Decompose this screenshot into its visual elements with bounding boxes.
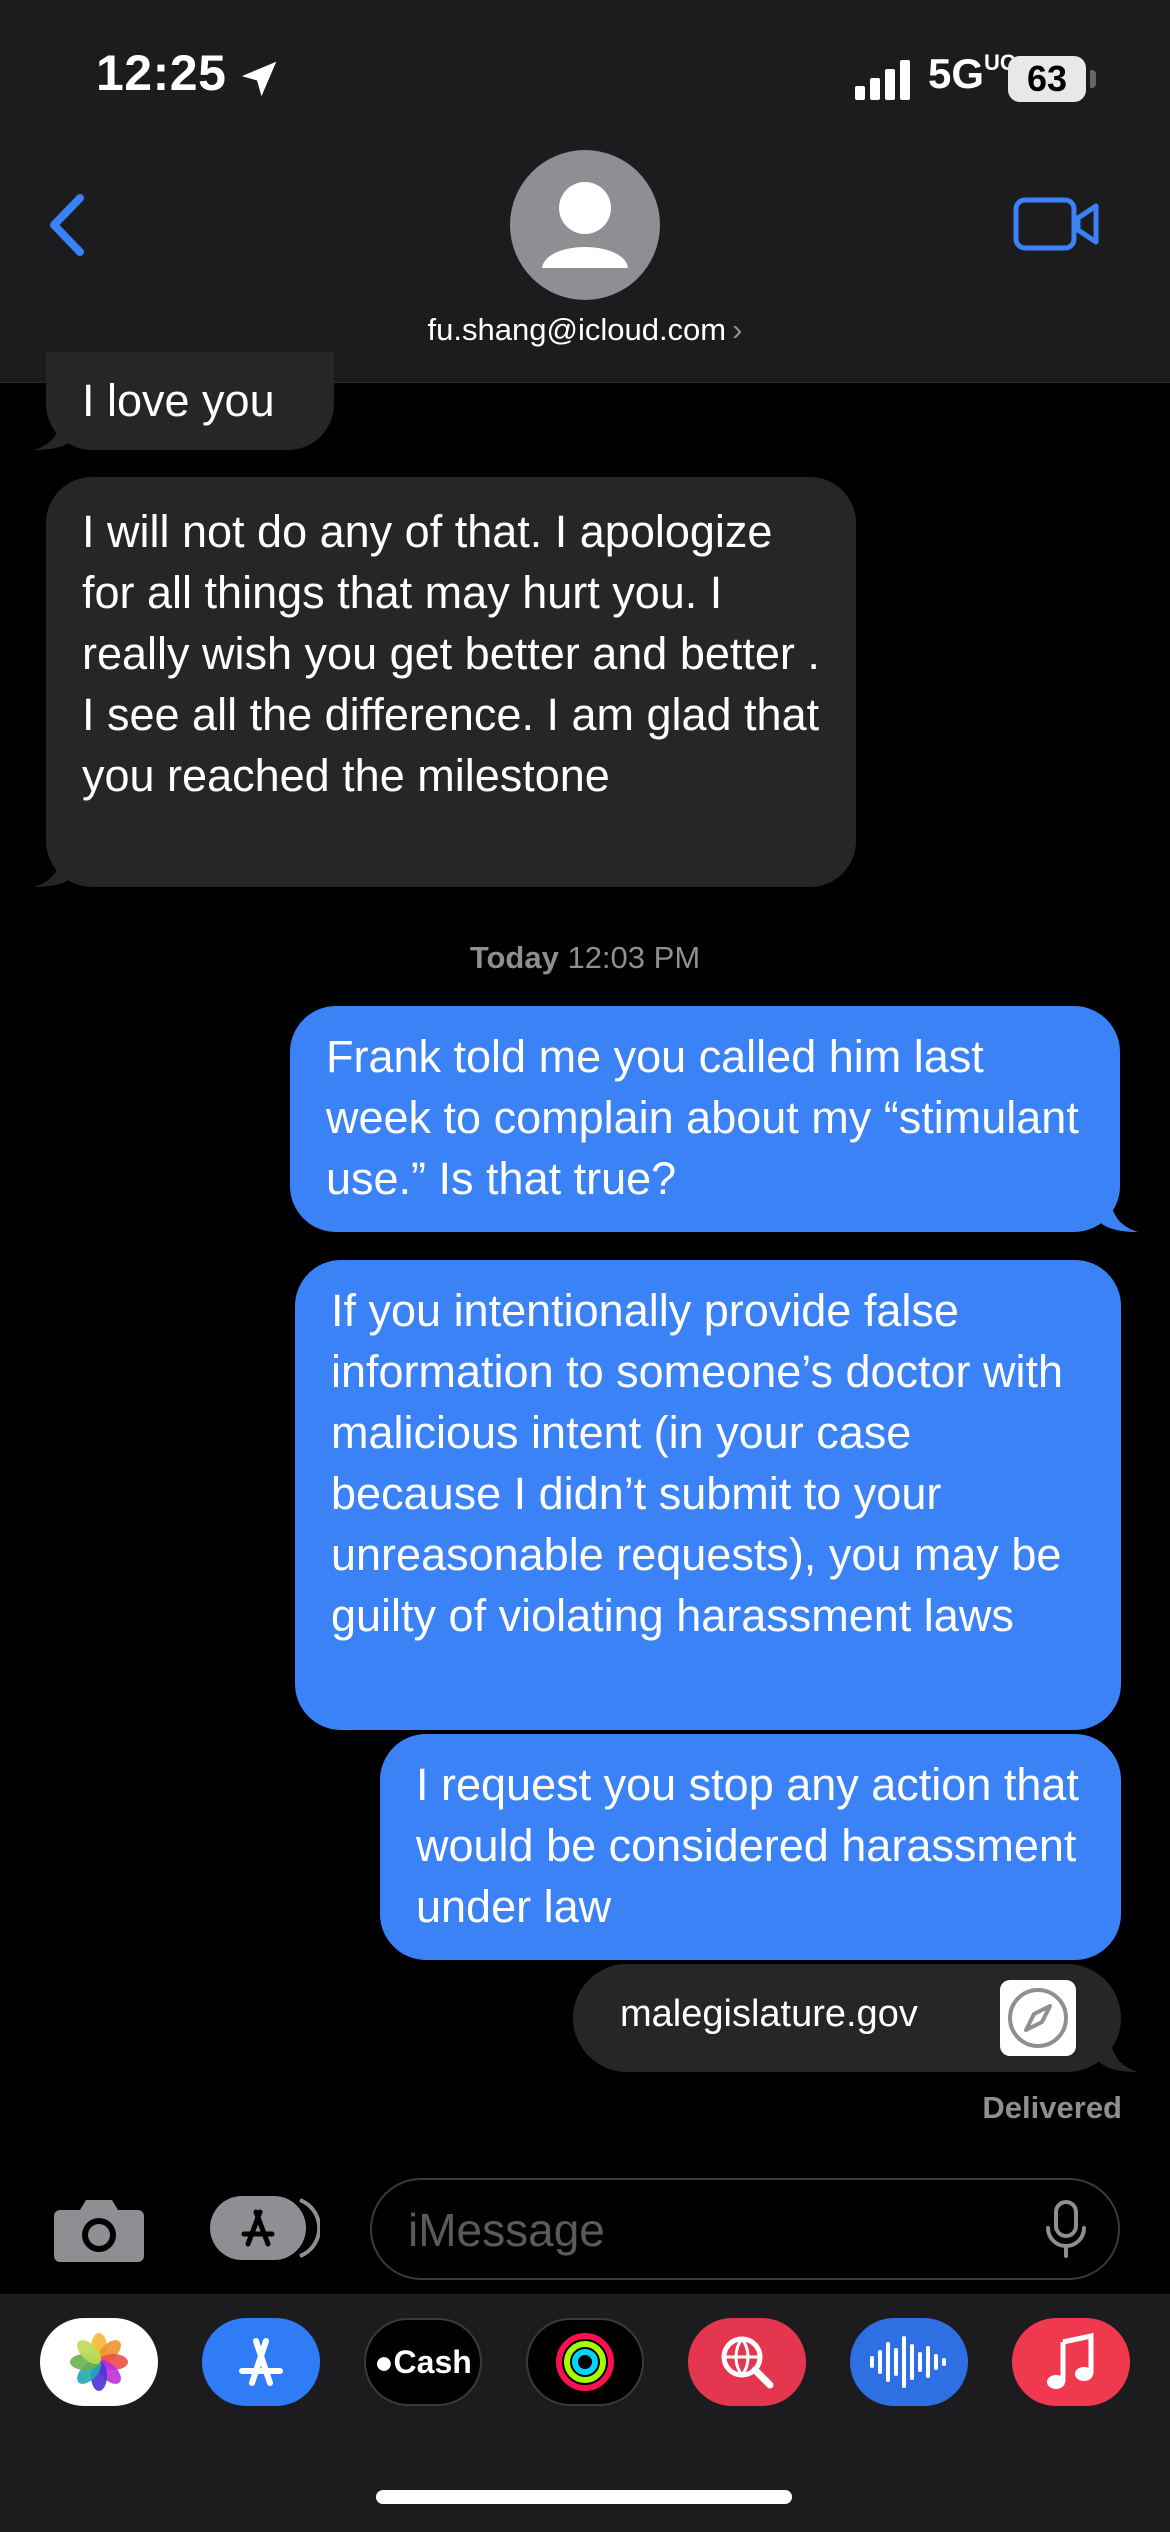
microphone-icon[interactable] <box>1040 2198 1092 2260</box>
bubble-tail <box>1098 2032 1138 2072</box>
apple-cash-app-button[interactable]: ●Cash <box>364 2318 482 2406</box>
network-label: 5GUC <box>928 50 1016 97</box>
fitness-icon <box>556 2333 614 2391</box>
bubble-tail <box>34 410 74 450</box>
sent-message[interactable]: Frank told me you called him last week t… <box>290 1006 1120 1232</box>
voice-memo-app-button[interactable] <box>850 2318 968 2406</box>
message-text: I love you <box>82 375 275 426</box>
message-text: I will not do any of that. I apologize f… <box>82 506 820 801</box>
cash-icon: ●Cash <box>374 2343 472 2380</box>
photos-app-button[interactable] <box>40 2318 158 2406</box>
music-app-button[interactable] <box>1012 2318 1130 2406</box>
bubble-tail <box>34 847 74 887</box>
home-indicator[interactable] <box>376 2490 792 2504</box>
search-web-icon <box>721 2336 774 2389</box>
signal-icon <box>855 60 910 100</box>
photos-icon <box>70 2333 128 2391</box>
message-text: Frank told me you called him last week t… <box>326 1031 1079 1204</box>
app-store-app-button[interactable] <box>202 2318 320 2406</box>
person-icon <box>542 182 628 268</box>
contact-name[interactable]: fu.shang@icloud.com › <box>0 312 1170 348</box>
facetime-video-icon[interactable] <box>1012 196 1100 252</box>
fitness-app-button[interactable] <box>526 2318 644 2406</box>
link-domain: malegislature.gov <box>620 1993 918 2035</box>
voice-memo-icon <box>870 2336 946 2388</box>
contact-email: fu.shang@icloud.com <box>427 312 727 347</box>
contact-avatar[interactable] <box>510 150 660 300</box>
status-time: 12:25 <box>96 45 227 101</box>
chevron-right-icon: › <box>732 312 743 347</box>
battery-indicator: 63 <box>1008 56 1086 102</box>
camera-icon[interactable] <box>52 2192 146 2264</box>
link-thumbnail <box>1000 1980 1076 2056</box>
message-input-placeholder: iMessage <box>408 2204 605 2256</box>
message-text: If you intentionally provide false infor… <box>331 1285 1064 1641</box>
delivery-status: Delivered <box>982 2090 1122 2125</box>
received-message[interactable]: I will not do any of that. I apologize f… <box>46 477 856 887</box>
received-message-partial[interactable]: I love you <box>46 352 334 450</box>
app-store-apps-icon[interactable] <box>208 2192 320 2264</box>
app-store-icon <box>239 2338 283 2386</box>
message-text: I request you stop any action that would… <box>416 1759 1079 1932</box>
web-search-app-button[interactable] <box>688 2318 806 2406</box>
message-timestamp: Today 12:03 PM <box>469 940 701 975</box>
bubble-tail <box>1098 1192 1138 1232</box>
sent-message[interactable]: I request you stop any action that would… <box>380 1734 1121 1960</box>
music-icon <box>1047 2332 1094 2389</box>
sent-message[interactable]: If you intentionally provide false infor… <box>295 1260 1121 1730</box>
compass-icon <box>1008 1988 1068 2048</box>
back-chevron-icon[interactable] <box>40 190 100 260</box>
battery-tip <box>1090 70 1096 88</box>
location-arrow-icon <box>241 61 277 97</box>
